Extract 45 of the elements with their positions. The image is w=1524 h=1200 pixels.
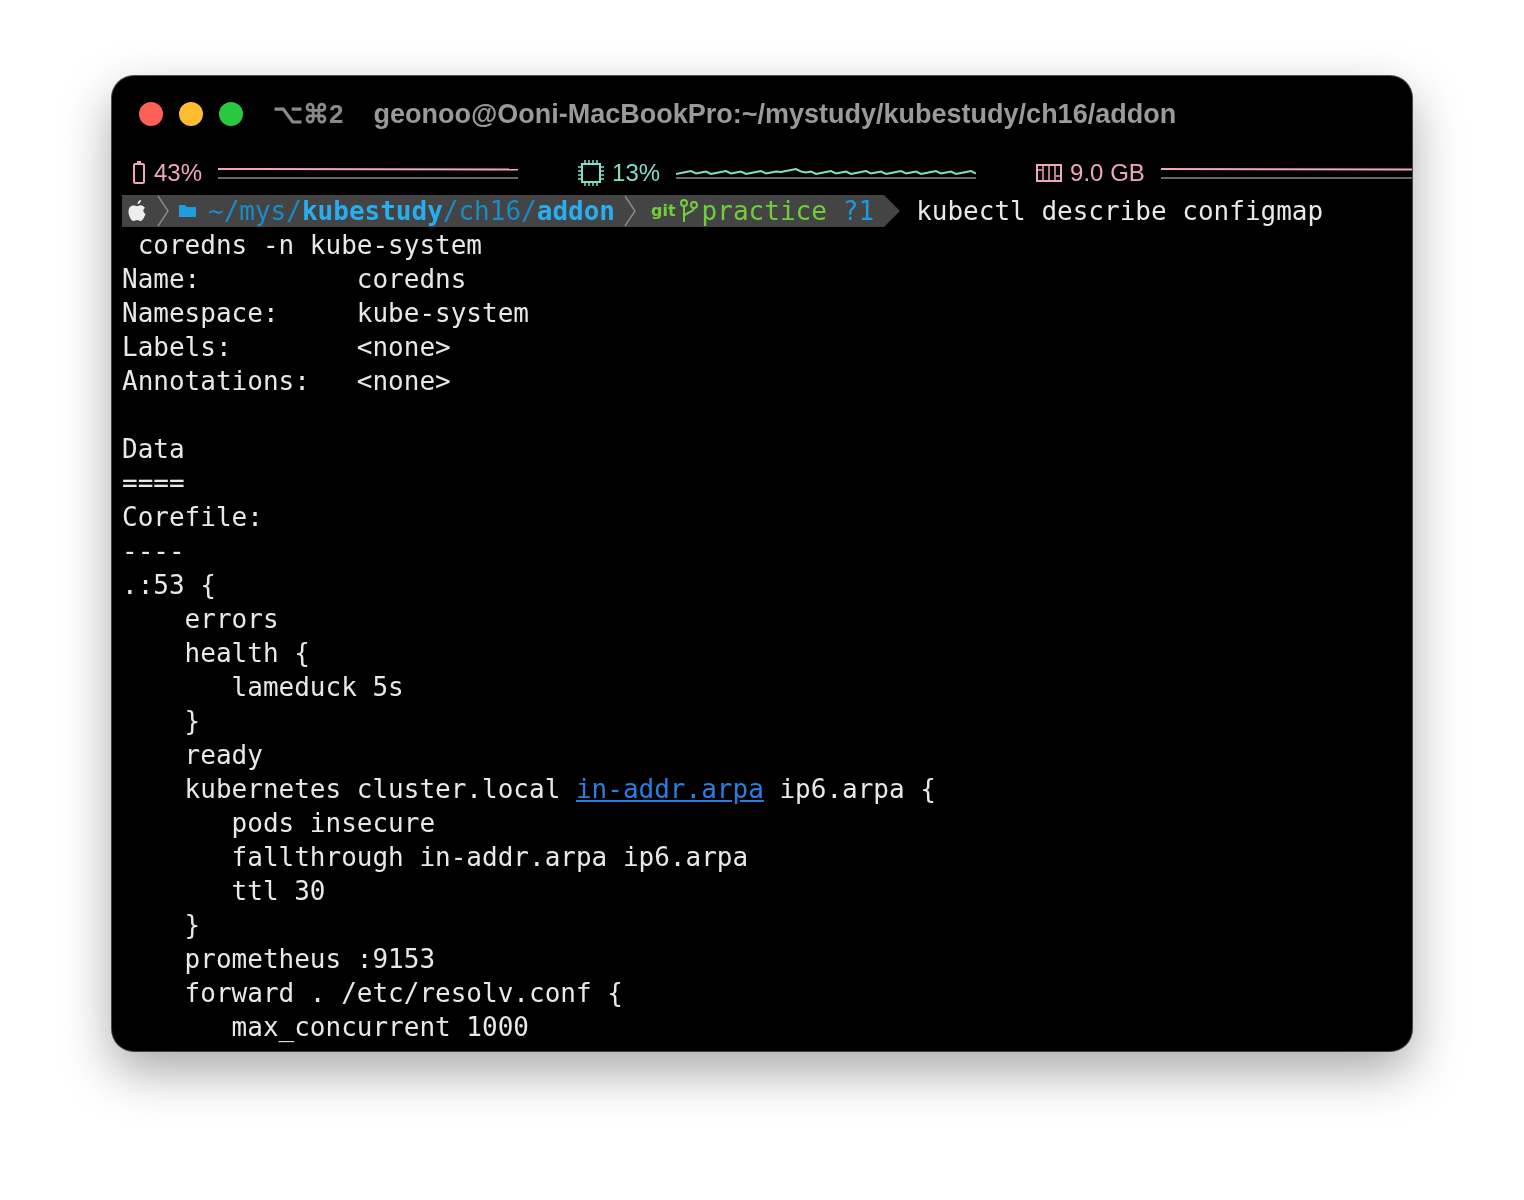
apple-icon: [128, 199, 148, 223]
link[interactable]: in-addr.arpa: [575, 774, 764, 804]
battery-reading: 43%: [154, 159, 203, 187]
folder-icon: [178, 203, 198, 219]
close-button[interactable]: [139, 102, 163, 126]
output-line: kubernetes cluster.local in-addr.arpa ip6.arpa {: [183, 773, 937, 806]
output-line: ====: [122, 467, 186, 500]
battery-icon: [132, 161, 146, 185]
zoom-button[interactable]: [219, 102, 243, 126]
output-line: ready: [183, 739, 264, 772]
output-line: Data: [122, 433, 186, 466]
memory-reading: 9.0 GB: [1070, 159, 1145, 187]
output-line: }: [183, 705, 202, 738]
output-line: }: [183, 909, 202, 942]
output-line: max_concurrent 1000: [230, 1011, 530, 1044]
output-line: ttl 30: [230, 875, 327, 908]
output-line: health {: [183, 637, 311, 670]
output-line: Labels: <none>: [122, 331, 452, 364]
prompt-path: ~/mys/kubestudy/ch16/addon: [208, 195, 615, 228]
output-line: Annotations: <none>: [122, 365, 452, 398]
output-line: errors: [183, 603, 280, 636]
shortcut-label: ⌥⌘2: [273, 98, 344, 130]
git-branch: practice: [701, 195, 827, 228]
window-title: geonoo@Ooni-MacBookPro:~/mystudy/kubestudy/ch16/addon: [373, 98, 1177, 130]
output-line: ----: [122, 535, 186, 568]
output-line: forward . /etc/resolv.conf {: [183, 977, 624, 1010]
chevron-icon: [156, 195, 170, 227]
memory-icon: [1036, 163, 1063, 183]
output-line: prometheus :9153: [183, 943, 437, 976]
chevron-icon: [623, 195, 637, 227]
git-label: git: [651, 200, 676, 222]
chip-icon: [578, 160, 605, 186]
output-line: .:53 {: [122, 569, 217, 602]
output-line: lameduck 5s: [230, 671, 405, 704]
git-status: ?1: [842, 195, 875, 228]
command-text: kubectl describe configmap: [916, 195, 1324, 228]
branch-icon: [679, 199, 698, 223]
cpu-reading: 13%: [612, 159, 661, 187]
output-line: Namespace: kube-system: [122, 297, 530, 330]
command-text: coredns -n kube-system: [136, 229, 484, 262]
output-line: Corefile:: [122, 501, 264, 534]
output-line: pods insecure: [230, 807, 437, 840]
minimize-button[interactable]: [179, 102, 203, 126]
output-line: fallthrough in-addr.arpa ip6.arpa: [230, 841, 750, 874]
output-line: Name: coredns: [122, 263, 468, 296]
